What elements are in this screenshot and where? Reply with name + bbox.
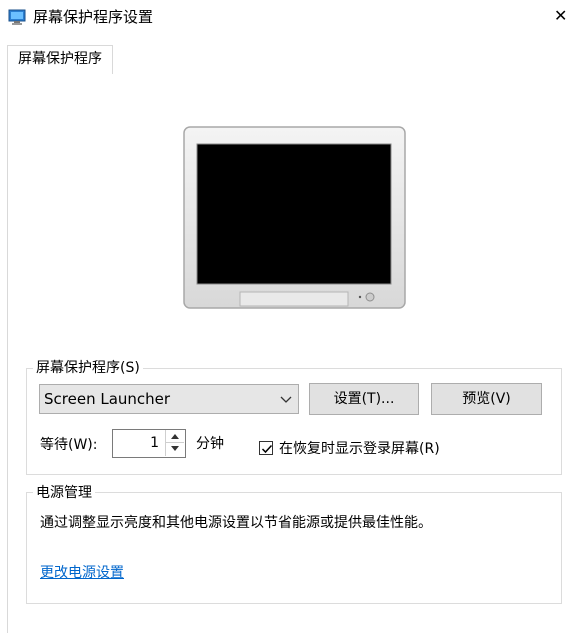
monitor-preview <box>183 126 406 309</box>
spin-up-arrow-icon[interactable] <box>165 430 184 443</box>
power-management-group <box>26 492 562 604</box>
wait-minutes-value: 1 <box>150 435 159 451</box>
power-management-group-label: 电源管理 <box>33 484 95 502</box>
screensaver-app-icon <box>8 8 26 26</box>
spin-down-arrow-icon[interactable] <box>165 443 184 456</box>
resume-logon-checkbox[interactable] <box>259 441 273 455</box>
chevron-down-icon <box>280 393 292 405</box>
tab-screensaver[interactable]: 屏幕保护程序 <box>7 45 113 74</box>
screensaver-dropdown-value: Screen Launcher <box>44 390 171 408</box>
window-title: 屏幕保护程序设置 <box>33 8 154 26</box>
settings-button[interactable]: 设置(T)... <box>309 383 419 415</box>
preview-button[interactable]: 预览(V) <box>431 383 542 415</box>
wait-minutes-stepper[interactable]: 1 <box>112 429 186 458</box>
title-bar: 屏幕保护程序设置 ✕ <box>0 0 570 36</box>
close-button[interactable]: ✕ <box>554 4 570 30</box>
power-description: 通过调整显示亮度和其他电源设置以节省能源或提供最佳性能。 <box>40 515 432 531</box>
wait-label: 等待(W): <box>40 437 98 453</box>
screensaver-group-label: 屏幕保护程序(S) <box>33 359 143 377</box>
change-power-settings-link[interactable]: 更改电源设置 <box>40 564 124 582</box>
resume-logon-label[interactable]: 在恢复时显示登录屏幕(R) <box>279 440 440 458</box>
screensaver-dropdown[interactable]: Screen Launcher <box>39 384 299 414</box>
wait-unit-label: 分钟 <box>196 436 224 452</box>
